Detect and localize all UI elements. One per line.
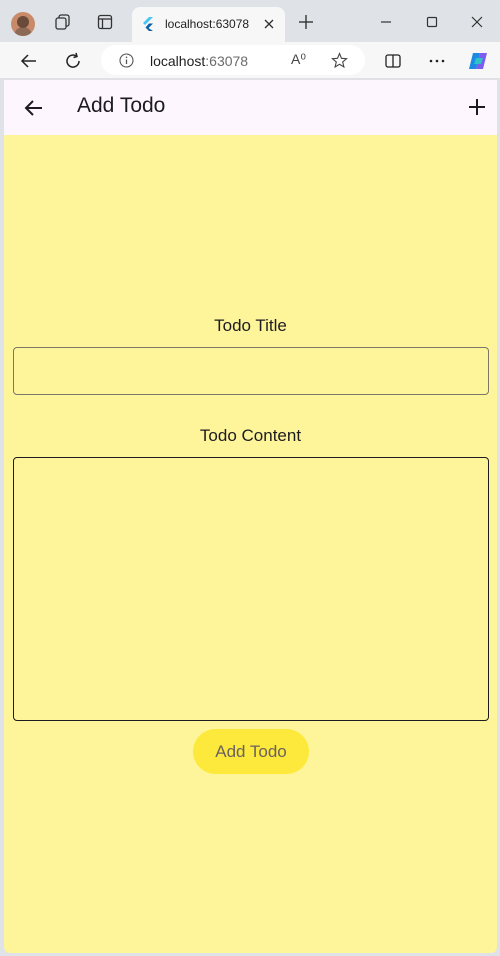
back-icon[interactable] — [18, 50, 40, 72]
close-window-icon[interactable] — [467, 12, 487, 32]
browser-tab[interactable]: localhost:63078 — [132, 7, 285, 42]
arrow-back-icon[interactable] — [23, 97, 45, 119]
split-screen-icon[interactable] — [382, 50, 404, 72]
app-bar: Add Todo — [4, 80, 497, 135]
refresh-icon[interactable] — [62, 50, 84, 72]
tab-actions-icon[interactable] — [95, 12, 115, 32]
address-bar[interactable]: localhost:63078 A⁰ — [101, 45, 365, 75]
url-text: localhost:63078 — [150, 53, 249, 69]
read-aloud-icon[interactable]: A⁰ — [291, 51, 306, 68]
todo-content-label: Todo Content — [199, 426, 302, 445]
page-title: Add Todo — [77, 94, 166, 117]
tab-title: localhost:63078 — [165, 17, 250, 31]
copilot-icon[interactable] — [467, 50, 489, 72]
todo-title-input[interactable] — [13, 347, 489, 395]
todo-content-input[interactable] — [13, 457, 489, 721]
minimize-icon[interactable] — [376, 12, 396, 32]
app-body: Add Todo Todo Title Todo Content Add Tod… — [4, 80, 497, 953]
maximize-icon[interactable] — [422, 12, 442, 32]
add-todo-button[interactable]: Add Todo — [193, 729, 309, 774]
add-icon[interactable] — [466, 96, 488, 118]
todo-title-label: Todo Title — [214, 316, 287, 335]
close-icon[interactable] — [262, 17, 276, 31]
info-icon[interactable] — [119, 53, 134, 73]
workspaces-icon[interactable] — [53, 12, 73, 32]
tab-strip: localhost:63078 — [0, 0, 500, 42]
navigation-bar: localhost:63078 A⁰ — [0, 42, 500, 79]
more-icon[interactable] — [426, 50, 448, 72]
favorite-icon[interactable] — [331, 52, 348, 74]
new-tab-icon[interactable] — [297, 13, 315, 31]
flutter-icon — [142, 17, 154, 36]
profile-avatar-icon[interactable] — [11, 12, 35, 36]
